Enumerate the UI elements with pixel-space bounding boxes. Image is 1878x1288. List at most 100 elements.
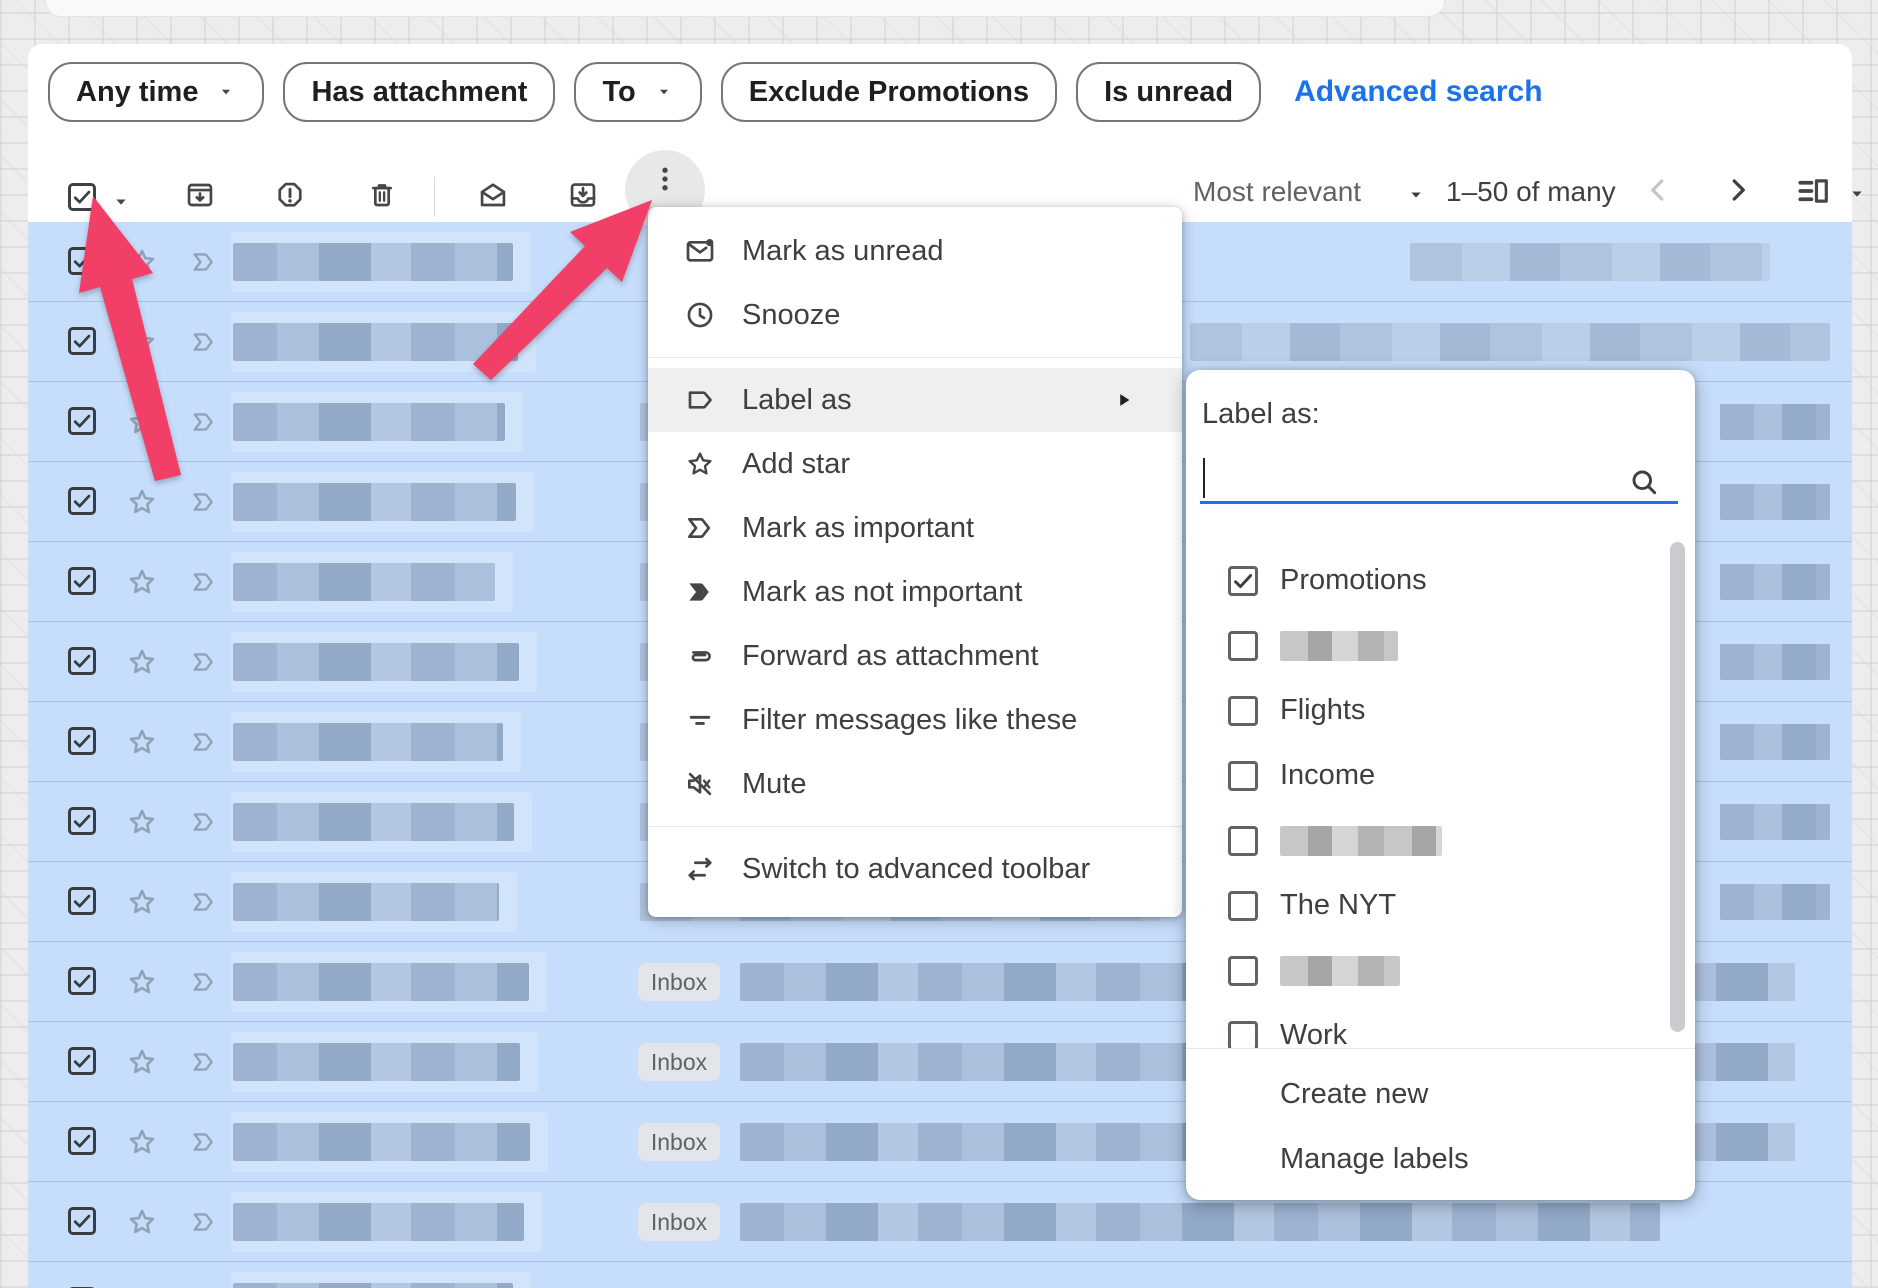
menu-item-forward-as-attachment[interactable]: Forward as attachment <box>648 624 1182 688</box>
label-checkbox[interactable] <box>1228 566 1258 596</box>
label-option-redacted[interactable] <box>1186 808 1666 873</box>
archive-button[interactable] <box>184 179 216 211</box>
importance-marker-icon[interactable] <box>186 1128 222 1156</box>
filter-chip-exclude-promotions[interactable]: Exclude Promotions <box>721 62 1057 122</box>
menu-item-mute[interactable]: Mute <box>648 752 1182 816</box>
importance-marker-icon[interactable] <box>186 488 222 516</box>
mark-as-read-button[interactable] <box>477 179 509 211</box>
menu-item-label: Label as <box>742 384 852 417</box>
filter-chip-is-unread[interactable]: Is unread <box>1076 62 1261 122</box>
mute-icon <box>684 768 716 800</box>
menu-item-label: Snooze <box>742 299 840 332</box>
report-spam-button[interactable] <box>274 179 306 211</box>
importance-marker-icon[interactable] <box>186 728 222 756</box>
label-checkbox[interactable] <box>1228 1021 1258 1049</box>
star-icon[interactable] <box>125 1125 159 1159</box>
star-icon[interactable] <box>125 885 159 919</box>
label-option-redacted[interactable] <box>1186 938 1666 1003</box>
menu-item-label-as[interactable]: Label as <box>648 368 1182 432</box>
more-vert-button[interactable] <box>649 163 681 195</box>
row-checkbox[interactable] <box>68 487 96 515</box>
label-action-manage-labels[interactable]: Manage labels <box>1186 1127 1695 1192</box>
row-checkbox[interactable] <box>68 967 96 995</box>
label-option-promotions[interactable]: Promotions <box>1186 548 1666 613</box>
star-icon[interactable] <box>125 725 159 759</box>
importance-marker-icon[interactable] <box>186 888 222 916</box>
star-icon[interactable] <box>125 1045 159 1079</box>
star-icon[interactable] <box>125 965 159 999</box>
row-checkbox[interactable] <box>68 887 96 915</box>
label-option-redacted[interactable] <box>1186 613 1666 678</box>
importance-marker-icon[interactable] <box>186 328 222 356</box>
menu-item-filter-messages-like-these[interactable]: Filter messages like these <box>648 688 1182 752</box>
select-all-checkbox[interactable] <box>68 183 96 211</box>
star-icon[interactable] <box>125 485 159 519</box>
menu-item-add-star[interactable]: Add star <box>648 432 1182 496</box>
advanced-search-link[interactable]: Advanced search <box>1294 75 1542 109</box>
caret-down-icon[interactable] <box>1846 186 1868 202</box>
importance-marker-icon[interactable] <box>186 1208 222 1236</box>
label-checkbox[interactable] <box>1228 956 1258 986</box>
star-icon[interactable] <box>125 805 159 839</box>
importance-marker-icon[interactable] <box>186 408 222 436</box>
delete-button[interactable] <box>366 179 398 211</box>
importance-marker-icon[interactable] <box>186 248 222 276</box>
label-checkbox[interactable] <box>1228 631 1258 661</box>
redacted-sender <box>233 323 518 361</box>
menu-item-mark-as-important[interactable]: Mark as important <box>648 496 1182 560</box>
row-checkbox[interactable] <box>68 807 96 835</box>
filter-chip-to[interactable]: To <box>574 62 701 122</box>
row-checkbox[interactable] <box>68 327 96 355</box>
row-checkbox[interactable] <box>68 647 96 675</box>
move-to-inbox-button[interactable] <box>567 179 599 211</box>
select-caret-icon[interactable] <box>110 194 132 210</box>
label-checkbox[interactable] <box>1228 826 1258 856</box>
label-option-the-nyt[interactable]: The NYT <box>1186 873 1666 938</box>
label-checkbox[interactable] <box>1228 696 1258 726</box>
row-checkbox[interactable] <box>68 567 96 595</box>
newer-page-button[interactable] <box>1640 172 1676 208</box>
split-view-toggle-button[interactable] <box>1794 172 1832 210</box>
email-row[interactable] <box>28 1262 1852 1288</box>
row-checkbox[interactable] <box>68 407 96 435</box>
caret-down-icon[interactable] <box>1405 187 1427 203</box>
importance-marker-icon[interactable] <box>186 808 222 836</box>
older-page-button[interactable] <box>1720 172 1756 208</box>
star-icon[interactable] <box>125 325 159 359</box>
star-icon[interactable] <box>125 1205 159 1239</box>
redacted-date <box>1720 804 1830 840</box>
importance-marker-icon[interactable] <box>186 648 222 676</box>
menu-item-mark-as-unread[interactable]: Mark as unread <box>648 219 1182 283</box>
filter-chip-any-time[interactable]: Any time <box>48 62 264 122</box>
label-checkbox[interactable] <box>1228 761 1258 791</box>
filter-chip-has-attachment[interactable]: Has attachment <box>283 62 555 122</box>
label-action-create-new[interactable]: Create new <box>1186 1062 1695 1127</box>
star-icon[interactable] <box>125 245 159 279</box>
importance-marker-icon[interactable] <box>186 1048 222 1076</box>
menu-item-switch-to-advanced-toolbar[interactable]: Switch to advanced toolbar <box>648 837 1182 901</box>
menu-item-mark-as-not-important[interactable]: Mark as not important <box>648 560 1182 624</box>
row-checkbox[interactable] <box>68 247 96 275</box>
redacted-sender <box>233 1283 513 1288</box>
star-icon[interactable] <box>125 645 159 679</box>
menu-item-snooze[interactable]: Snooze <box>648 283 1182 347</box>
chip-label: To <box>602 76 635 109</box>
label-checkbox[interactable] <box>1228 891 1258 921</box>
label-option-work[interactable]: Work <box>1186 1003 1666 1048</box>
row-checkbox[interactable] <box>68 1207 96 1235</box>
row-checkbox[interactable] <box>68 727 96 755</box>
row-checkbox[interactable] <box>68 1047 96 1075</box>
label-search-input[interactable] <box>1200 450 1678 504</box>
scrollbar-thumb[interactable] <box>1670 542 1685 1032</box>
menu-item-label: Forward as attachment <box>742 640 1039 673</box>
star-icon[interactable] <box>125 405 159 439</box>
menu-item-label: Add star <box>742 448 850 481</box>
label-option-flights[interactable]: Flights <box>1186 678 1666 743</box>
label-option-income[interactable]: Income <box>1186 743 1666 808</box>
menu-divider <box>648 826 1182 827</box>
row-checkbox[interactable] <box>68 1127 96 1155</box>
importance-marker-icon[interactable] <box>186 568 222 596</box>
sort-dropdown[interactable]: Most relevant <box>1193 176 1361 208</box>
star-icon[interactable] <box>125 565 159 599</box>
importance-marker-icon[interactable] <box>186 968 222 996</box>
